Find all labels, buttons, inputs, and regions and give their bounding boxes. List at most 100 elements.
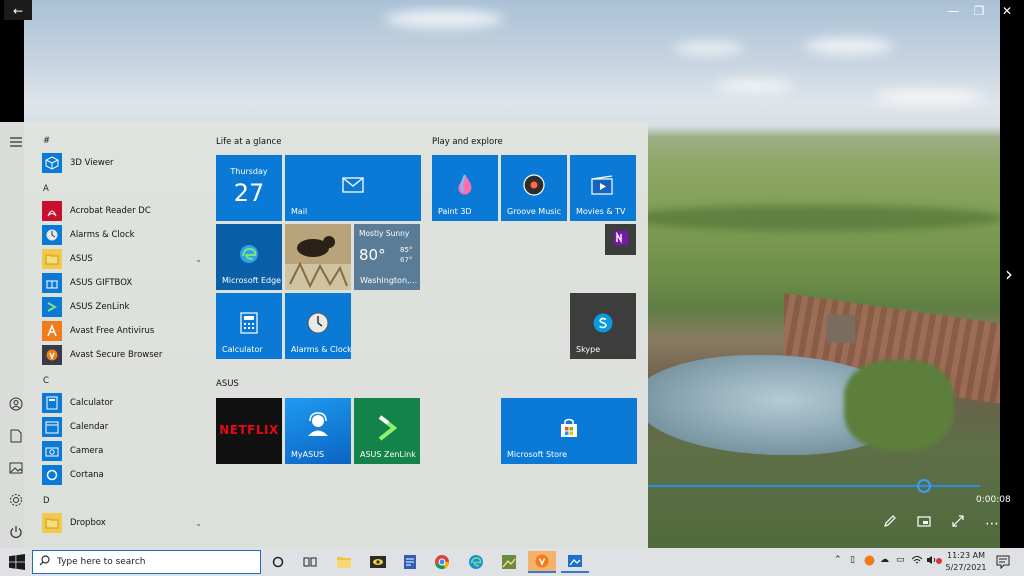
tile-label: Microsoft Store xyxy=(507,450,568,459)
myasus-icon xyxy=(304,411,332,437)
tile-label: Alarms & Clock xyxy=(291,345,351,354)
tile-calculator[interactable]: Calculator xyxy=(216,293,282,359)
list-item-avast-antivirus[interactable]: Avast Free Antivirus xyxy=(36,320,204,342)
letter-header[interactable]: # xyxy=(43,136,50,146)
list-item-calculator[interactable]: Calculator xyxy=(36,392,204,414)
search-input[interactable] xyxy=(57,557,247,567)
letter-header[interactable]: D xyxy=(43,496,50,506)
tile-groove-music[interactable]: Groove Music xyxy=(501,155,567,221)
media-app-icon[interactable] xyxy=(364,551,392,573)
letter-header[interactable]: A xyxy=(43,184,49,194)
document-app-icon[interactable] xyxy=(396,551,424,573)
list-item-camera[interactable]: Camera xyxy=(36,440,204,462)
more-icon[interactable]: ⋯ xyxy=(982,514,1002,534)
tile-microsoft-store[interactable]: Microsoft Store xyxy=(501,398,637,464)
camera-icon xyxy=(42,441,62,461)
seek-thumb[interactable] xyxy=(916,479,931,493)
tile-label: Groove Music xyxy=(507,207,562,216)
list-item-asus-zenlink[interactable]: ASUS ZenLink xyxy=(36,296,204,318)
onenote-icon xyxy=(613,230,629,246)
group-title-life[interactable]: Life at a glance xyxy=(216,137,281,147)
weather-high: 85° xyxy=(400,246,413,254)
list-item-avast-browser[interactable]: Avast Secure Browser xyxy=(36,344,204,366)
tile-asus-zenlink[interactable]: ASUS ZenLink xyxy=(354,398,420,464)
tile-myasus[interactable]: MyASUS xyxy=(285,398,351,464)
search-box[interactable] xyxy=(32,550,261,574)
windows-start-icon[interactable] xyxy=(6,552,28,572)
minimize-button[interactable]: — xyxy=(942,0,964,22)
list-item-acrobat[interactable]: Acrobat Reader DC xyxy=(36,200,204,222)
tile-netflix[interactable]: NETFLIX xyxy=(216,398,282,464)
cloud xyxy=(874,90,984,104)
reeds xyxy=(844,360,954,450)
cortana-icon[interactable] xyxy=(264,551,292,573)
wifi-icon[interactable] xyxy=(911,555,923,568)
calendar-date: 27 xyxy=(233,179,265,207)
photo-editor-icon[interactable] xyxy=(495,551,523,573)
letter-header[interactable]: C xyxy=(43,376,49,386)
tile-mail[interactable]: Mail xyxy=(285,155,421,221)
edge-icon xyxy=(238,243,260,265)
edge-icon[interactable] xyxy=(462,551,490,573)
settings-icon[interactable] xyxy=(7,493,25,511)
group-title-asus[interactable]: ASUS xyxy=(216,379,239,389)
file-explorer-icon[interactable] xyxy=(330,551,358,573)
fullscreen-icon[interactable] xyxy=(948,514,968,534)
zenlink-icon xyxy=(42,297,62,317)
next-photo-arrow[interactable]: › xyxy=(1005,262,1013,286)
list-item-asus-giftbox[interactable]: ASUS GIFTBOX xyxy=(36,272,204,294)
notification-center-icon[interactable] xyxy=(996,554,1010,570)
weather-condition: Mostly Sunny xyxy=(359,229,410,238)
app-label: Avast Free Antivirus xyxy=(70,326,155,336)
tile-skype[interactable]: Skype xyxy=(570,293,636,359)
taskbar-clock[interactable]: 11:23 AM 5/27/2021 xyxy=(944,550,988,574)
photos-app-icon[interactable] xyxy=(561,551,589,573)
battery-icon[interactable]: ▭ xyxy=(896,555,905,565)
avast-browser-icon[interactable] xyxy=(528,551,556,573)
tile-label: Paint 3D xyxy=(438,207,472,216)
water-structure xyxy=(827,315,855,343)
restore-button[interactable]: ❐ xyxy=(968,0,990,22)
tile-paint-3d[interactable]: Paint 3D xyxy=(432,155,498,221)
tile-weather[interactable]: Mostly Sunny 80° 85° 67° Washington,... xyxy=(354,224,420,290)
list-item-dropbox[interactable]: Dropbox ⌄ xyxy=(36,512,204,534)
start-menu-rail xyxy=(0,122,32,548)
hamburger-icon[interactable] xyxy=(7,134,25,152)
list-item-asus[interactable]: ASUS ⌄ xyxy=(36,248,204,270)
document-icon[interactable] xyxy=(7,429,25,447)
zenlink-icon xyxy=(374,413,400,443)
list-item-calendar[interactable]: Calendar xyxy=(36,416,204,438)
tile-microsoft-edge[interactable]: Microsoft Edge xyxy=(216,224,282,290)
folder-icon xyxy=(42,513,62,533)
tile-photos[interactable] xyxy=(285,224,351,290)
group-title-play[interactable]: Play and explore xyxy=(432,137,503,147)
weather-low: 67° xyxy=(400,256,413,264)
search-icon xyxy=(39,555,57,569)
tile-calendar[interactable]: Thursday 27 xyxy=(216,155,282,221)
list-item-3d-viewer[interactable]: 3D Viewer xyxy=(36,152,204,174)
clock-icon xyxy=(42,225,62,245)
avast-icon xyxy=(42,321,62,341)
tray-overflow-icon[interactable]: ⌃ xyxy=(834,555,842,565)
tile-onenote[interactable] xyxy=(605,224,636,255)
tile-movies-tv[interactable]: Movies & TV xyxy=(570,155,636,221)
taskbar: ⌃ ▯ ☁ ▭ 11:23 AM 5/27/2021 xyxy=(0,548,1024,576)
miniview-icon[interactable] xyxy=(914,514,934,534)
pictures-icon[interactable] xyxy=(7,461,25,479)
close-button[interactable]: ✕ xyxy=(996,0,1018,22)
chevron-down-icon[interactable]: ⌄ xyxy=(195,519,202,528)
chevron-down-icon[interactable]: ⌄ xyxy=(195,255,202,264)
back-button[interactable]: ← xyxy=(4,0,32,20)
list-item-cortana[interactable]: Cortana xyxy=(36,464,204,486)
tile-alarms-clock[interactable]: Alarms & Clock xyxy=(285,293,351,359)
tray-cloud-icon[interactable]: ☁ xyxy=(880,555,889,565)
tray-avast-icon[interactable] xyxy=(864,555,875,569)
list-item-alarms[interactable]: Alarms & Clock xyxy=(36,224,204,246)
pen-icon[interactable] xyxy=(880,514,900,534)
power-icon[interactable] xyxy=(7,525,25,543)
groove-icon xyxy=(522,173,546,197)
tray-app-icon[interactable]: ▯ xyxy=(850,555,855,565)
chrome-icon[interactable] xyxy=(428,551,456,573)
user-icon[interactable] xyxy=(7,397,25,415)
task-view-icon[interactable] xyxy=(296,551,324,573)
